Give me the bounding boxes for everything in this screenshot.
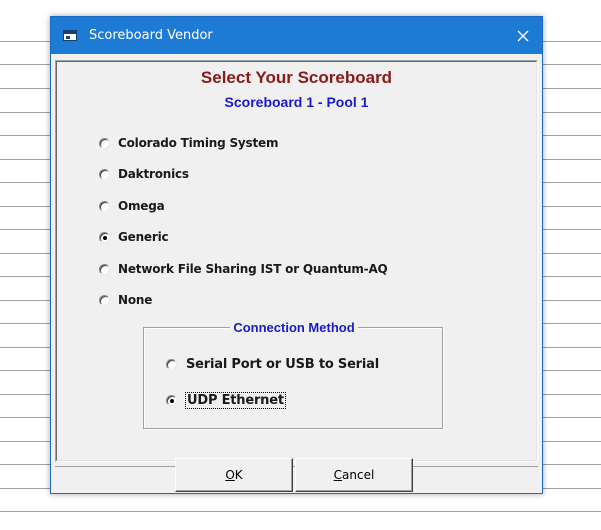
page-subtitle: Scoreboard 1 - Pool 1 [224, 94, 369, 110]
close-button[interactable] [508, 21, 538, 50]
radio-label: None [118, 293, 153, 307]
ok-button[interactable]: OK [175, 458, 293, 492]
app-window-icon [63, 30, 77, 41]
radio-label: Omega [118, 199, 165, 213]
radio-label: Generic [118, 230, 169, 244]
radio-vendor-none[interactable]: None [99, 291, 152, 309]
radio-button[interactable] [99, 137, 110, 149]
radio-button[interactable] [166, 358, 177, 370]
radio-button[interactable] [99, 200, 110, 212]
cancel-mnemonic: C [333, 468, 343, 482]
radio-button[interactable] [99, 294, 110, 306]
radio-label: UDP Ethernet [185, 391, 286, 409]
radio-label: Network File Sharing IST or Quantum-AQ [118, 262, 388, 276]
ok-mnemonic: O [225, 468, 235, 482]
window-title: Scoreboard Vendor [89, 28, 213, 43]
title-bar[interactable]: Scoreboard Vendor [51, 17, 542, 54]
radio-label: Colorado Timing System [118, 136, 279, 150]
radio-button[interactable] [99, 168, 110, 180]
page-title: Select Your Scoreboard [200, 68, 393, 87]
radio-button[interactable] [99, 263, 110, 275]
radio-vendor-daktronics[interactable]: Daktronics [99, 165, 189, 183]
cancel-label-rest: ancel [342, 468, 375, 482]
radio-label: Daktronics [118, 167, 189, 181]
connection-method-group: Connection Method Serial Port or USB to … [143, 320, 443, 429]
ok-label-rest: K [234, 468, 243, 482]
radio-connection-udp[interactable]: UDP Ethernet [166, 390, 286, 410]
radio-button-selected[interactable] [99, 231, 110, 243]
radio-vendor-omega[interactable]: Omega [99, 197, 165, 215]
radio-vendor-generic[interactable]: Generic [99, 228, 169, 246]
radio-button-selected[interactable] [166, 394, 177, 406]
connection-method-legend: Connection Method [230, 320, 358, 335]
radio-vendor-colorado[interactable]: Colorado Timing System [99, 134, 278, 152]
close-icon [517, 30, 529, 41]
cancel-button[interactable]: Cancel [295, 458, 413, 492]
radio-connection-serial[interactable]: Serial Port or USB to Serial [166, 354, 379, 374]
scoreboard-vendor-dialog: Scoreboard Vendor Select Your Scoreboard… [50, 16, 543, 494]
radio-label: Serial Port or USB to Serial [186, 356, 379, 372]
radio-vendor-network-file-sharing[interactable]: Network File Sharing IST or Quantum-AQ [99, 260, 388, 278]
